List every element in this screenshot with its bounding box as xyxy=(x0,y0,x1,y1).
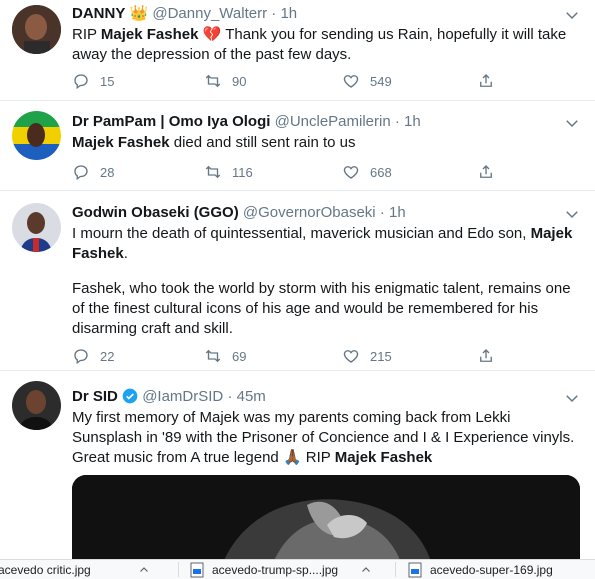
downloads-bar: acevedo critic.jpg acevedo-trump-sp....j… xyxy=(0,559,595,579)
download-filename: acevedo-super-169.jpg xyxy=(430,562,553,577)
tweet-text-bold: Majek Fashek xyxy=(72,134,170,151)
display-name[interactable]: DANNY xyxy=(72,5,125,22)
tweet-actions: 28 116 668 xyxy=(72,163,532,183)
heart-icon xyxy=(343,350,359,363)
separator-dot: · xyxy=(227,388,233,405)
tweet-text: RIP Majek Fashek 💔 Thank you for sending… xyxy=(72,25,582,65)
avatar[interactable] xyxy=(12,111,61,160)
tweet-text-part: I mourn the death of quintessential, mav… xyxy=(72,225,531,242)
verified-badge-icon xyxy=(122,388,138,404)
chevron-up-icon[interactable] xyxy=(360,564,372,576)
tweet-text-part: RIP xyxy=(72,26,101,43)
tweet-text-bold: Majek Fashek xyxy=(100,26,199,43)
download-item[interactable]: acevedo-trump-sp....jpg xyxy=(190,560,390,579)
user-handle[interactable]: @Danny_Walterr xyxy=(152,5,267,22)
tweet-text-part: . xyxy=(123,245,128,262)
share-button[interactable] xyxy=(477,347,495,365)
like-count: 549 xyxy=(370,73,392,89)
timestamp[interactable]: 1h xyxy=(389,204,406,221)
retweet-count: 90 xyxy=(232,73,247,89)
reply-icon xyxy=(74,74,88,90)
tweet-obaseki[interactable]: Godwin Obaseki (GGO) @GovernorObaseki · … xyxy=(0,191,595,371)
retweet-icon xyxy=(205,349,221,363)
retweet-icon xyxy=(205,165,221,179)
divider xyxy=(178,562,179,577)
avatar[interactable] xyxy=(12,5,61,54)
reply-button[interactable]: 28 xyxy=(72,163,114,181)
retweet-icon xyxy=(205,74,221,88)
user-handle[interactable]: @IamDrSID xyxy=(142,388,223,405)
user-handle[interactable]: @GovernorObaseki xyxy=(243,204,376,221)
share-icon xyxy=(480,74,492,87)
download-item[interactable]: acevedo-super-169.jpg xyxy=(408,560,595,579)
user-handle[interactable]: @UnclePamilerin xyxy=(275,113,391,130)
retweet-button[interactable]: 116 xyxy=(204,163,253,181)
tweet-text-bold: Majek Fashek xyxy=(334,449,433,466)
crown-icon: 👑 xyxy=(129,5,149,22)
retweet-button[interactable]: 90 xyxy=(204,72,246,90)
chevron-up-icon[interactable] xyxy=(138,564,150,576)
share-button[interactable] xyxy=(477,72,495,90)
like-button[interactable]: 215 xyxy=(342,347,392,365)
chevron-down-icon[interactable] xyxy=(563,6,581,24)
reply-button[interactable]: 22 xyxy=(72,347,114,365)
file-image-icon xyxy=(190,562,204,577)
display-name[interactable]: Dr PamPam | Omo Iya Ologi xyxy=(72,113,270,130)
tweet-text: I mourn the death of quintessential, mav… xyxy=(72,224,582,264)
praying-hands-icon: 🙏🏾 xyxy=(282,449,302,466)
tweet-text-paragraph: Fashek, who took the world by storm with… xyxy=(72,280,571,337)
retweet-count: 116 xyxy=(232,164,253,180)
like-button[interactable]: 668 xyxy=(342,163,392,181)
retweet-button[interactable]: 69 xyxy=(204,347,246,365)
display-name[interactable]: Godwin Obaseki (GGO) xyxy=(72,204,239,221)
chevron-down-icon[interactable] xyxy=(563,389,581,407)
reply-icon xyxy=(74,349,88,365)
like-count: 215 xyxy=(370,348,392,364)
chevron-down-icon[interactable] xyxy=(563,205,581,223)
timestamp[interactable]: 45m xyxy=(237,388,266,405)
divider xyxy=(395,562,396,577)
retweet-count: 69 xyxy=(232,348,247,364)
tweet-media-image[interactable] xyxy=(72,475,580,565)
download-filename: acevedo critic.jpg xyxy=(0,562,91,577)
like-button[interactable]: 549 xyxy=(342,72,392,90)
heart-icon xyxy=(343,166,359,179)
separator-dot: · xyxy=(271,5,277,22)
file-image-icon xyxy=(408,562,422,577)
reply-count: 22 xyxy=(100,348,115,364)
reply-count: 15 xyxy=(100,73,115,89)
display-name[interactable]: Dr SID xyxy=(72,388,118,405)
download-filename: acevedo-trump-sp....jpg xyxy=(212,562,339,577)
tweet-danny[interactable]: DANNY 👑 @Danny_Walterr · 1h RIP Majek Fa… xyxy=(0,0,595,101)
tweet-actions: 22 69 215 xyxy=(72,347,532,367)
tweet-text: My first memory of Majek was my parents … xyxy=(72,408,582,468)
tweet-text: Majek Fashek died and still sent rain to… xyxy=(72,133,582,153)
timestamp[interactable]: 1h xyxy=(280,5,297,22)
reply-icon xyxy=(74,165,88,181)
download-item[interactable]: acevedo critic.jpg xyxy=(0,560,190,579)
reply-button[interactable]: 15 xyxy=(72,72,114,90)
tweet-text-part: died and still sent rain to us xyxy=(169,134,356,151)
chevron-down-icon[interactable] xyxy=(563,114,581,132)
share-icon xyxy=(480,349,492,362)
like-count: 668 xyxy=(370,164,392,180)
share-button[interactable] xyxy=(477,163,495,181)
separator-dot: · xyxy=(379,204,385,221)
reply-count: 28 xyxy=(100,164,115,180)
tweet-pampam[interactable]: Dr PamPam | Omo Iya Ologi @UnclePamileri… xyxy=(0,101,595,191)
tweet-actions: 15 90 549 xyxy=(72,72,532,92)
separator-dot: · xyxy=(394,113,400,130)
timestamp[interactable]: 1h xyxy=(404,113,421,130)
avatar[interactable] xyxy=(12,203,61,252)
tweet-text-part: RIP xyxy=(301,449,335,466)
share-icon xyxy=(480,165,492,178)
avatar[interactable] xyxy=(12,381,61,430)
heart-icon xyxy=(343,75,359,88)
